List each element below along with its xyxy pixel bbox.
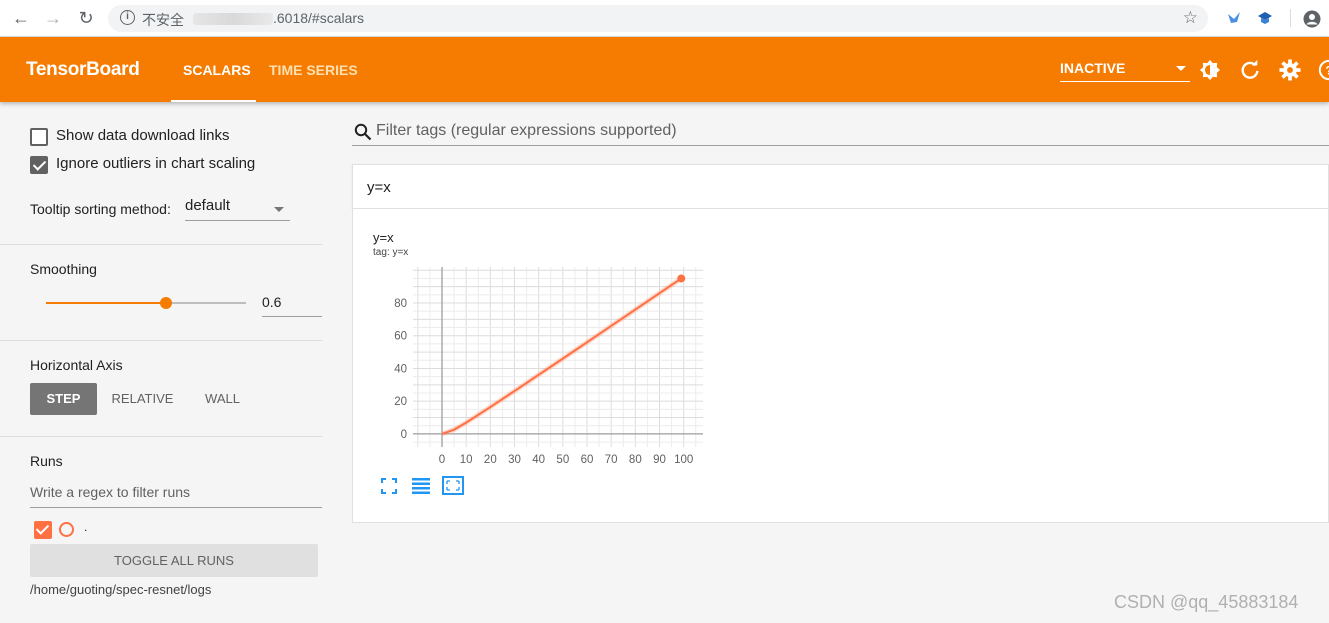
- section-divider: [0, 436, 322, 437]
- app-header: TensorBoard SCALARS TIME SERIES INACTIVE…: [0, 37, 1329, 102]
- axis-step-button[interactable]: STEP: [30, 383, 97, 415]
- smoothing-value-input[interactable]: 0.6: [262, 294, 322, 317]
- series-end-marker: [677, 274, 686, 283]
- insecure-label: 不安全: [142, 12, 184, 28]
- y-tick-label: 40: [394, 363, 407, 375]
- url-text: .6018/#scalars: [273, 10, 365, 26]
- smoothing-label: Smoothing: [30, 261, 97, 277]
- log-scale-icon[interactable]: [411, 477, 431, 495]
- back-arrow-icon[interactable]: ←: [11, 8, 31, 28]
- download-links-label: Show data download links: [56, 127, 230, 144]
- x-tick-label: 80: [629, 454, 642, 466]
- y-tick-label: 80: [394, 298, 407, 310]
- smoothing-slider-fill: [46, 302, 166, 304]
- card-tag: tag: y=x: [373, 247, 409, 258]
- svg-text:?: ?: [1325, 64, 1329, 78]
- brand-title: TensorBoard: [26, 59, 140, 80]
- x-tick-label: 0: [439, 454, 445, 466]
- runs-filter-input[interactable]: Write a regex to filter runs: [30, 484, 322, 508]
- tooltip-sorting-value: default: [185, 197, 231, 214]
- sidebar: Show data download links Ignore outliers…: [0, 102, 322, 623]
- fit-domain-icon[interactable]: [442, 476, 464, 495]
- tooltip-sorting-select[interactable]: default: [185, 197, 290, 221]
- info-icon[interactable]: i: [120, 10, 135, 25]
- main-panel: Filter tags (regular expressions support…: [352, 102, 1329, 623]
- browser-toolbar: ← → ↻ i 不安全 .6018/#scalars ☆: [0, 0, 1329, 37]
- x-tick-label: 60: [581, 454, 594, 466]
- smoothing-slider[interactable]: [46, 297, 246, 309]
- run-name: .: [84, 520, 88, 534]
- help-icon[interactable]: ?: [1318, 59, 1329, 81]
- tab-time-series[interactable]: TIME SERIES: [269, 62, 358, 78]
- tag-filter[interactable]: Filter tags (regular expressions support…: [352, 117, 1329, 146]
- horizontal-axis-label: Horizontal Axis: [30, 357, 123, 373]
- x-tick-label: 20: [484, 454, 497, 466]
- tooltip-sorting-label: Tooltip sorting method:: [30, 201, 171, 217]
- y-tick-label: 0: [401, 429, 407, 441]
- fullscreen-icon[interactable]: [381, 478, 397, 494]
- runs-label: Runs: [30, 453, 63, 469]
- watermark: CSDN @qq_45883184: [1114, 592, 1299, 612]
- tab-scalars[interactable]: SCALARS: [183, 62, 251, 78]
- plugin-select[interactable]: INACTIVE: [1060, 60, 1190, 82]
- download-links-checkbox[interactable]: [30, 128, 48, 146]
- tag-filter-input[interactable]: Filter tags (regular expressions support…: [376, 122, 677, 140]
- reload-icon[interactable]: [1239, 59, 1261, 81]
- plugin-select-value: INACTIVE: [1060, 60, 1126, 76]
- x-tick-label: 10: [460, 454, 473, 466]
- forward-arrow-icon[interactable]: →: [43, 8, 63, 28]
- ignore-outliers-label: Ignore outliers in chart scaling: [56, 155, 256, 172]
- axis-wall-button[interactable]: WALL: [195, 383, 250, 415]
- x-tick-label: 90: [653, 454, 666, 466]
- run-checkbox[interactable]: [34, 521, 52, 539]
- redacted-host: [193, 13, 273, 25]
- category-title: y=x: [367, 179, 391, 196]
- category-header[interactable]: y=x: [352, 164, 1329, 209]
- section-divider: [0, 340, 322, 341]
- bookmark-star-icon[interactable]: ☆: [1183, 8, 1198, 28]
- toolbar-separator: [1290, 9, 1291, 27]
- run-color-swatch[interactable]: [59, 522, 74, 537]
- address-bar[interactable]: i 不安全 .6018/#scalars ☆: [108, 5, 1208, 32]
- logdir-path: /home/guoting/spec-resnet/logs: [30, 582, 212, 597]
- search-icon: [354, 123, 372, 141]
- category-pane: y=x tag: y=x 0 20 40 60 80 0 10 20 30 40 50 60 70 80 9…: [352, 209, 1329, 523]
- smoothing-slider-thumb[interactable]: [160, 297, 172, 309]
- scalar-chart[interactable]: 0 20 40 60 80 0 10 20 30 40 50 60 70 80 90 100: [373, 267, 713, 477]
- toggle-all-runs-button[interactable]: TOGGLE ALL RUNS: [30, 544, 318, 577]
- section-divider: [0, 244, 322, 245]
- x-tick-label: 100: [674, 454, 693, 466]
- x-tick-label: 30: [508, 454, 521, 466]
- chevron-down-icon: [1176, 66, 1186, 71]
- y-tick-label: 60: [394, 331, 407, 343]
- theme-toggle-icon[interactable]: [1199, 59, 1221, 81]
- x-tick-label: 70: [605, 454, 618, 466]
- settings-icon[interactable]: [1279, 59, 1301, 81]
- chevron-down-icon: [274, 207, 284, 212]
- card-title: y=x: [373, 230, 394, 245]
- reload-page-icon[interactable]: ↻: [76, 8, 96, 28]
- extension-bird-icon[interactable]: [1226, 10, 1242, 26]
- y-tick-label: 20: [394, 396, 407, 408]
- profile-avatar-icon[interactable]: [1303, 10, 1321, 28]
- x-tick-label: 50: [556, 454, 569, 466]
- extension-mortarboard-icon[interactable]: [1257, 10, 1273, 26]
- x-tick-label: 40: [532, 454, 545, 466]
- ignore-outliers-checkbox[interactable]: [30, 156, 48, 174]
- axis-relative-button[interactable]: RELATIVE: [105, 383, 180, 415]
